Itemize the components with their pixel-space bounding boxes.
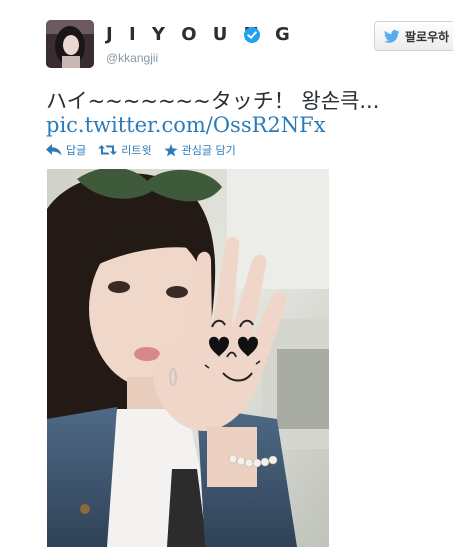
retweet-icon: [98, 145, 118, 155]
favorite-button[interactable]: 관심글 담기: [164, 142, 236, 158]
follow-button-label: 팔로우하: [405, 29, 450, 44]
tweet-text: ハイ~~~~~~~タッチ！ 왕손큭...: [46, 89, 380, 113]
star-icon: [164, 143, 178, 156]
follow-button[interactable]: 팔로우하: [374, 21, 453, 51]
display-name[interactable]: J I Y O U N G: [106, 24, 295, 45]
twitter-bird-icon: [384, 29, 400, 43]
reply-button[interactable]: 답글: [46, 142, 86, 158]
user-handle[interactable]: @kkangjii: [106, 51, 158, 65]
tweet-photo-image: [47, 169, 329, 547]
reply-icon: [46, 144, 62, 156]
tweet-photo[interactable]: [47, 169, 329, 547]
avatar-image: [46, 20, 94, 68]
favorite-label: 관심글 담기: [181, 144, 236, 157]
retweet-label: 리트윗: [121, 144, 152, 157]
tweet-media-link[interactable]: pic.twitter.com/OssR2NFx: [46, 113, 326, 137]
avatar[interactable]: [46, 20, 94, 68]
reply-label: 답글: [66, 144, 87, 157]
retweet-button[interactable]: 리트윗: [98, 142, 152, 158]
tweet-actions: 답글 리트윗 관심글 담기: [46, 141, 248, 159]
verified-badge-icon: [244, 27, 260, 43]
